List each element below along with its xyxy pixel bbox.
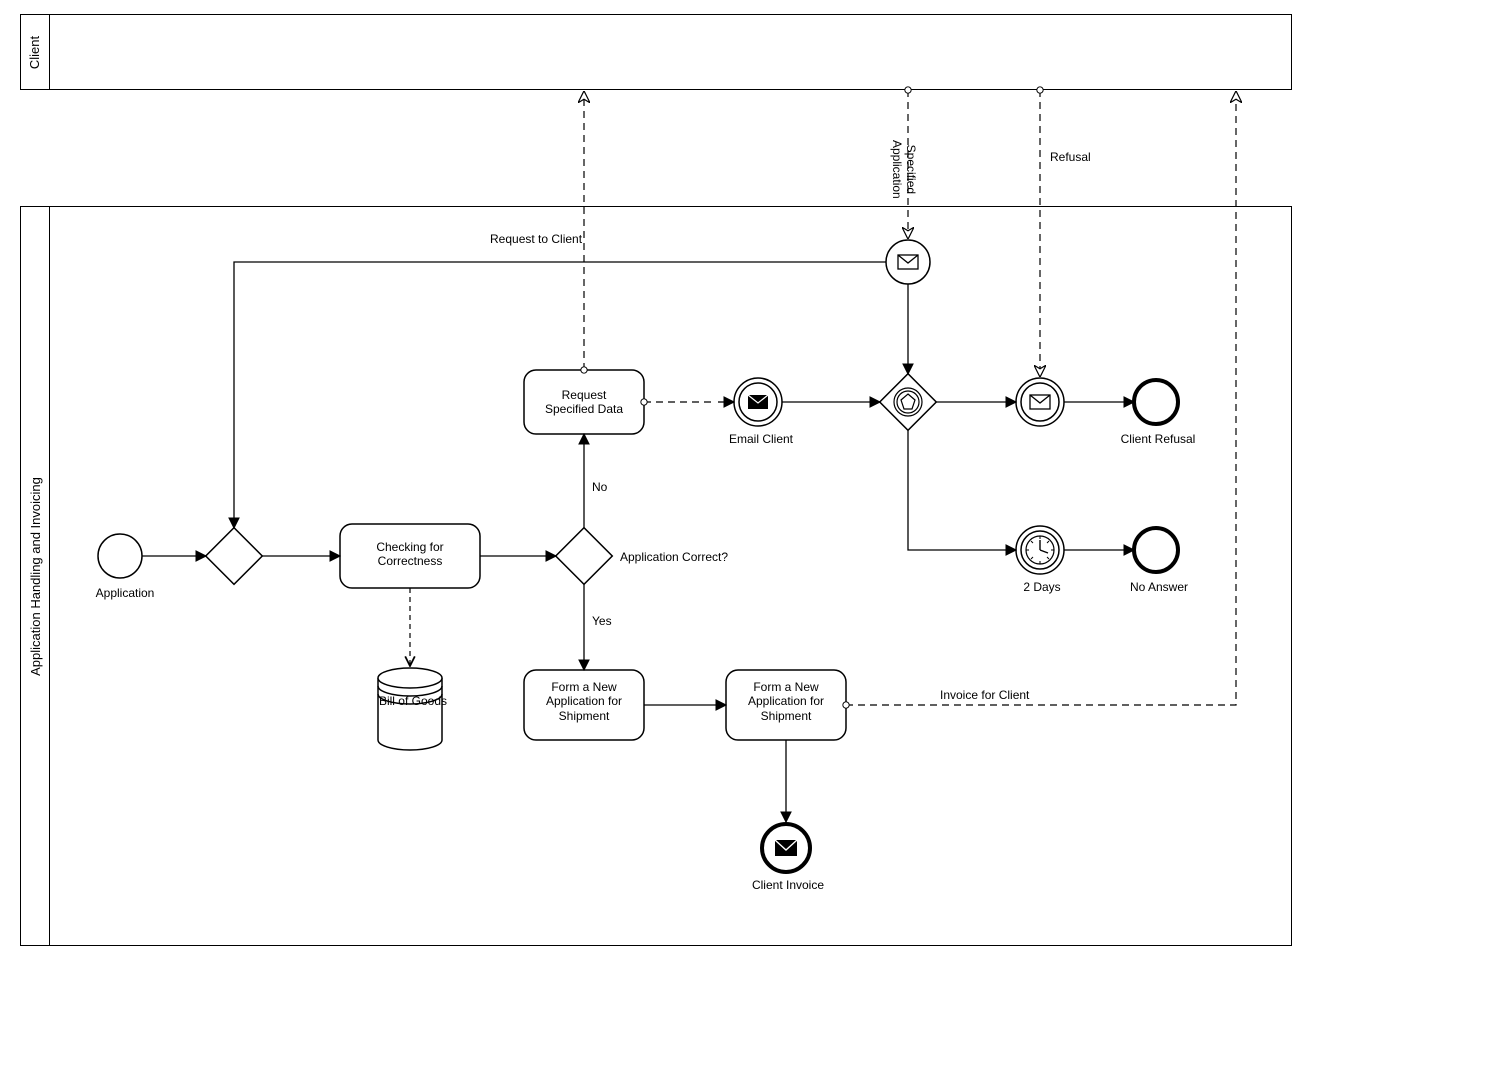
label-req-data: Request Specified Data <box>530 388 638 417</box>
pool-handling-title: Application Handling and Invoicing <box>28 477 43 676</box>
label-mf-request: Request to Client <box>490 232 582 246</box>
pool-client-label: Client <box>21 15 50 89</box>
label-mf-refusal: Refusal <box>1050 150 1091 164</box>
label-end-noanswer: No Answer <box>1124 580 1194 594</box>
label-email-client: Email Client <box>726 432 796 446</box>
label-form2: Form a New Application for Shipment <box>730 680 842 723</box>
label-bill-store: Bill of Goods <box>368 694 458 708</box>
label-gw-correct: Application Correct? <box>620 550 728 564</box>
pool-handling-label: Application Handling and Invoicing <box>21 207 50 945</box>
label-timer: 2 Days <box>1020 580 1064 594</box>
label-mf-invoice: Invoice for Client <box>940 688 1029 702</box>
pool-client-title: Client <box>28 35 43 68</box>
label-start: Application <box>90 586 160 600</box>
label-end-invoice: Client Invoice <box>748 878 828 892</box>
pool-handling: Application Handling and Invoicing <box>20 206 1292 946</box>
label-end-refusal: Client Refusal <box>1118 432 1198 446</box>
bpmn-canvas: Client Application Handling and Invoicin… <box>0 0 1500 1074</box>
label-check: Checking for Correctness <box>346 540 474 569</box>
label-cond-no: No <box>592 480 607 494</box>
label-cond-yes: Yes <box>592 614 612 628</box>
label-form1: Form a New Application for Shipment <box>528 680 640 723</box>
label-mf-specified: Specified Application <box>890 140 918 199</box>
pool-client: Client <box>20 14 1292 90</box>
